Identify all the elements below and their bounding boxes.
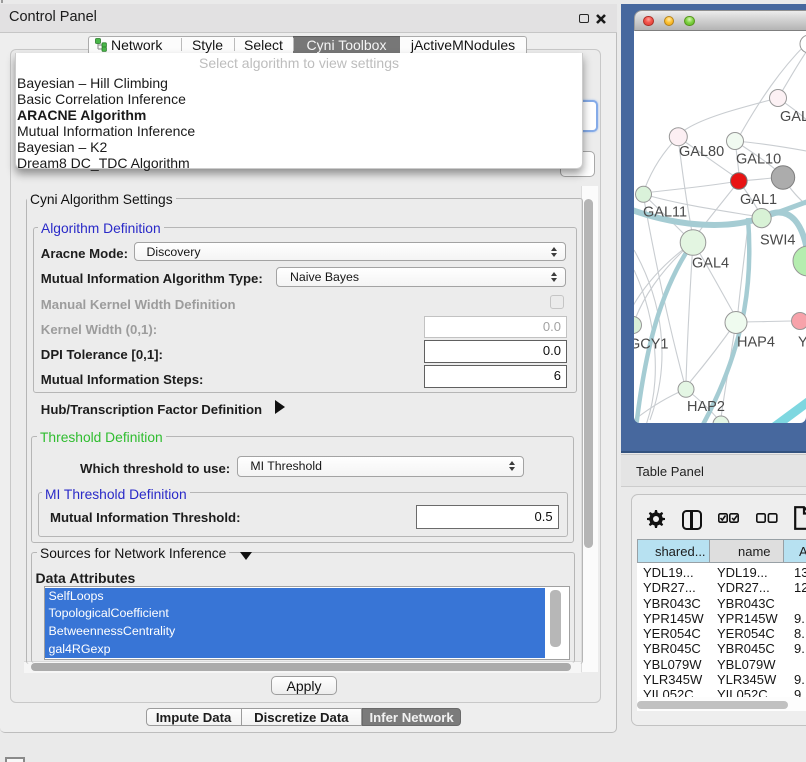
svg-text:GAL11: GAL11 [643,205,687,221]
svg-text:GCY1: GCY1 [634,337,669,353]
svg-text:GAL10: GAL10 [736,152,781,168]
svg-text:HAP4: HAP4 [737,335,775,351]
svg-text:SWI4: SWI4 [760,233,795,249]
svg-text:GAL1: GAL1 [740,192,777,208]
svg-text:GAL2: GAL2 [780,109,806,125]
svg-text:GAL4: GAL4 [692,256,729,272]
svg-text:HAP2: HAP2 [687,399,725,415]
svg-text:GAL80: GAL80 [679,144,724,160]
svg-text:YB: YB [798,335,806,351]
